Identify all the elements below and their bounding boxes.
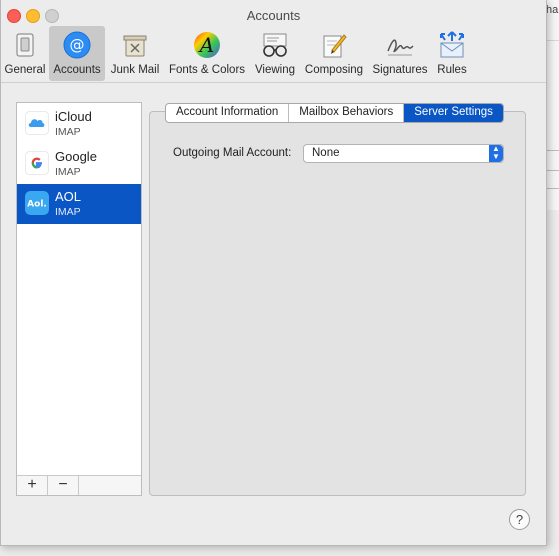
title-bar: Accounts <box>1 0 546 26</box>
account-settings-panel <box>149 111 526 496</box>
at-sign-icon: @ <box>63 31 91 59</box>
glasses-icon <box>263 33 287 57</box>
toolbar-composing-label: Composing <box>304 64 364 76</box>
toolbar-accounts-label: Accounts <box>53 64 101 76</box>
account-row-icloud[interactable]: iCloud IMAP <box>17 104 141 144</box>
toolbar-rules[interactable]: Rules <box>433 26 471 81</box>
junk-mail-icon <box>123 35 147 57</box>
help-button[interactable]: ? <box>509 509 530 530</box>
google-icon <box>25 151 49 175</box>
toolbar-signatures-label: Signatures <box>372 64 428 76</box>
signature-icon <box>387 39 414 56</box>
accounts-window: Accounts General @ Accounts Junk Mail A … <box>0 0 547 546</box>
toolbar-fonts-colors[interactable]: A Fonts & Colors <box>165 26 249 81</box>
account-name: iCloud <box>55 109 92 124</box>
outgoing-mail-account-select[interactable]: None ▲ ▼ <box>303 144 504 163</box>
tab-server-settings[interactable]: Server Settings <box>404 104 503 122</box>
account-type: IMAP <box>55 126 81 138</box>
rules-icon <box>440 31 464 58</box>
outgoing-mail-account-value: None <box>312 147 340 159</box>
tab-account-information[interactable]: Account Information <box>166 104 290 122</box>
svg-text:A: A <box>198 33 214 57</box>
preferences-toolbar: General @ Accounts Junk Mail A Fonts & C… <box>1 26 546 83</box>
account-type: IMAP <box>55 166 81 178</box>
toolbar-general-label: General <box>4 64 46 76</box>
account-tabs: Account Information Mailbox Behaviors Se… <box>165 103 504 123</box>
chevron-up-down-icon: ▲ ▼ <box>489 145 503 162</box>
toolbar-composing[interactable]: Composing <box>301 26 367 81</box>
window-title: Accounts <box>246 8 301 23</box>
svg-text:@: @ <box>70 36 85 54</box>
toolbar-viewing-label: Viewing <box>254 64 296 76</box>
toolbar-rules-label: Rules <box>437 64 467 76</box>
toolbar-junk-mail-label: Junk Mail <box>110 64 160 76</box>
aol-icon: Aol. <box>25 191 49 215</box>
svg-text:Aol.: Aol. <box>27 200 47 210</box>
toolbar-viewing[interactable]: Viewing <box>251 26 299 81</box>
compose-icon <box>323 34 347 58</box>
toolbar-fonts-colors-label: Fonts & Colors <box>168 64 246 76</box>
icloud-icon <box>25 111 49 135</box>
account-type: IMAP <box>55 206 81 218</box>
fonts-colors-icon: A <box>194 32 220 58</box>
account-row-google[interactable]: Google IMAP <box>17 144 141 184</box>
general-icon <box>16 33 34 57</box>
toolbar-signatures[interactable]: Signatures <box>369 26 431 81</box>
outgoing-mail-account-label: Outgoing Mail Account: <box>173 147 292 159</box>
account-name: AOL <box>55 189 82 204</box>
toolbar-accounts[interactable]: @ Accounts <box>49 26 105 81</box>
add-account-button[interactable]: + <box>17 476 48 495</box>
background-window-text: ha <box>546 4 559 16</box>
account-row-aol[interactable]: Aol. AOL IMAP <box>17 184 141 224</box>
account-name: Google <box>55 149 97 164</box>
account-list: iCloud IMAP Google IMAP Aol. AOL IMAP <box>16 102 142 477</box>
account-list-footer: + − <box>16 475 142 496</box>
toolbar-general[interactable]: General <box>2 26 48 81</box>
remove-account-button[interactable]: − <box>48 476 79 495</box>
toolbar-junk-mail[interactable]: Junk Mail <box>107 26 163 81</box>
tab-mailbox-behaviors[interactable]: Mailbox Behaviors <box>289 104 405 122</box>
